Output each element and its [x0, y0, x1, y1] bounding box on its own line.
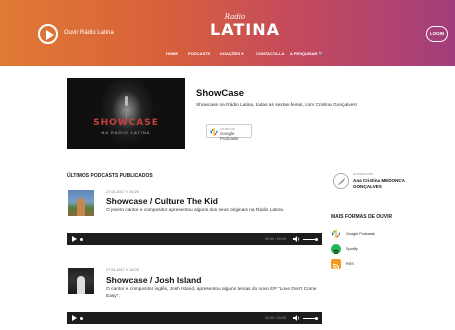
- listen-option-label: Spotify: [346, 247, 358, 251]
- volume-handle[interactable]: [315, 316, 318, 320]
- player-time: 00:00 / 00:00: [265, 315, 286, 320]
- nav-item-contact[interactable]: CONTACTA-LA: [256, 51, 285, 56]
- google-podcasts-icon: [332, 229, 340, 239]
- spotify-icon: [331, 244, 341, 255]
- volume-icon[interactable]: [293, 236, 300, 242]
- episode-description: O jovem cantor e compositor apresentou a…: [106, 208, 285, 213]
- episode-thumbnail[interactable]: [68, 268, 94, 294]
- listen-play-button[interactable]: [38, 24, 58, 44]
- episode-date: 27.04.2017 // 20:29: [106, 190, 139, 194]
- volume-handle[interactable]: [315, 237, 318, 241]
- performer-graphic: [77, 198, 85, 216]
- google-podcasts-badge[interactable]: LISTEN ON Google Podcasts: [206, 124, 252, 141]
- episode-date: 27.04.2017 // 18:29: [106, 268, 139, 272]
- show-title: ShowCase: [196, 88, 245, 99]
- play-icon[interactable]: [72, 315, 77, 321]
- audio-player: 00:00 / 00:00: [67, 233, 322, 245]
- logo-main-text: LATINA: [210, 20, 280, 39]
- nav-item-search[interactable]: A PESQUISAR 🔍: [290, 51, 324, 56]
- play-icon[interactable]: [72, 236, 77, 242]
- host-avatar: [333, 173, 349, 189]
- host-name: Ana Cristina MEDONCA GONÇALVES: [353, 178, 405, 189]
- episode-description: O cantor e compositor inglês, Josh Islan…: [106, 287, 317, 299]
- latest-podcasts-heading: ÚLTIMOS PODCASTS PUBLICADOS: [67, 173, 153, 179]
- main-nav: HOME PODCASTS DOAÇÕES ▾ CONTACTA-LA A PE…: [0, 51, 455, 59]
- seek-handle[interactable]: [80, 237, 83, 241]
- show-description: Showcase na Rádio Latina, todas as sexta…: [196, 103, 358, 108]
- site-header: Ouvir Rádio Latina Radio LATINA LOGIN HO…: [0, 0, 455, 66]
- episode-title[interactable]: Showcase / Josh Island: [106, 275, 201, 285]
- listen-option-label: Google Podcasts: [346, 232, 375, 236]
- rss-icon: [331, 259, 341, 271]
- more-ways-heading: MAIS FORMAS DE OUVIR: [331, 214, 393, 220]
- nav-item-home[interactable]: HOME: [166, 51, 178, 56]
- cover-title-text: SHOWCASE: [93, 118, 159, 128]
- showcase-cover-image: SHOWCASE NA RADIO LATINA: [67, 78, 185, 149]
- seek-handle[interactable]: [80, 316, 83, 320]
- cover-subtitle-text: NA RADIO LATINA: [101, 130, 151, 135]
- play-icon: [46, 29, 54, 40]
- google-podcasts-icon: [210, 128, 218, 136]
- login-button[interactable]: LOGIN: [426, 26, 448, 42]
- episode-thumbnail[interactable]: [68, 190, 94, 216]
- nav-item-podcasts[interactable]: PODCASTS: [188, 51, 210, 56]
- performer-graphic: [77, 276, 85, 294]
- audio-player: 00:00 / 00:00: [67, 312, 322, 324]
- listen-option-label: RSS: [346, 262, 354, 266]
- episode-title[interactable]: Showcase / Culture The Kid: [106, 196, 218, 206]
- nav-item-donations[interactable]: DOAÇÕES ▾: [220, 51, 243, 56]
- volume-icon[interactable]: [293, 315, 300, 321]
- host-label: HOSTED POR: [353, 172, 373, 176]
- badge-name-text: Google Podcasts: [220, 131, 239, 141]
- player-time: 00:00 / 00:00: [265, 236, 286, 241]
- microphone-graphic: [125, 96, 128, 106]
- site-logo[interactable]: Radio LATINA: [210, 14, 280, 44]
- listen-live-link[interactable]: Ouvir Rádio Latina: [64, 30, 114, 36]
- feather-icon: [337, 178, 345, 186]
- spotlight-graphic: [97, 78, 157, 149]
